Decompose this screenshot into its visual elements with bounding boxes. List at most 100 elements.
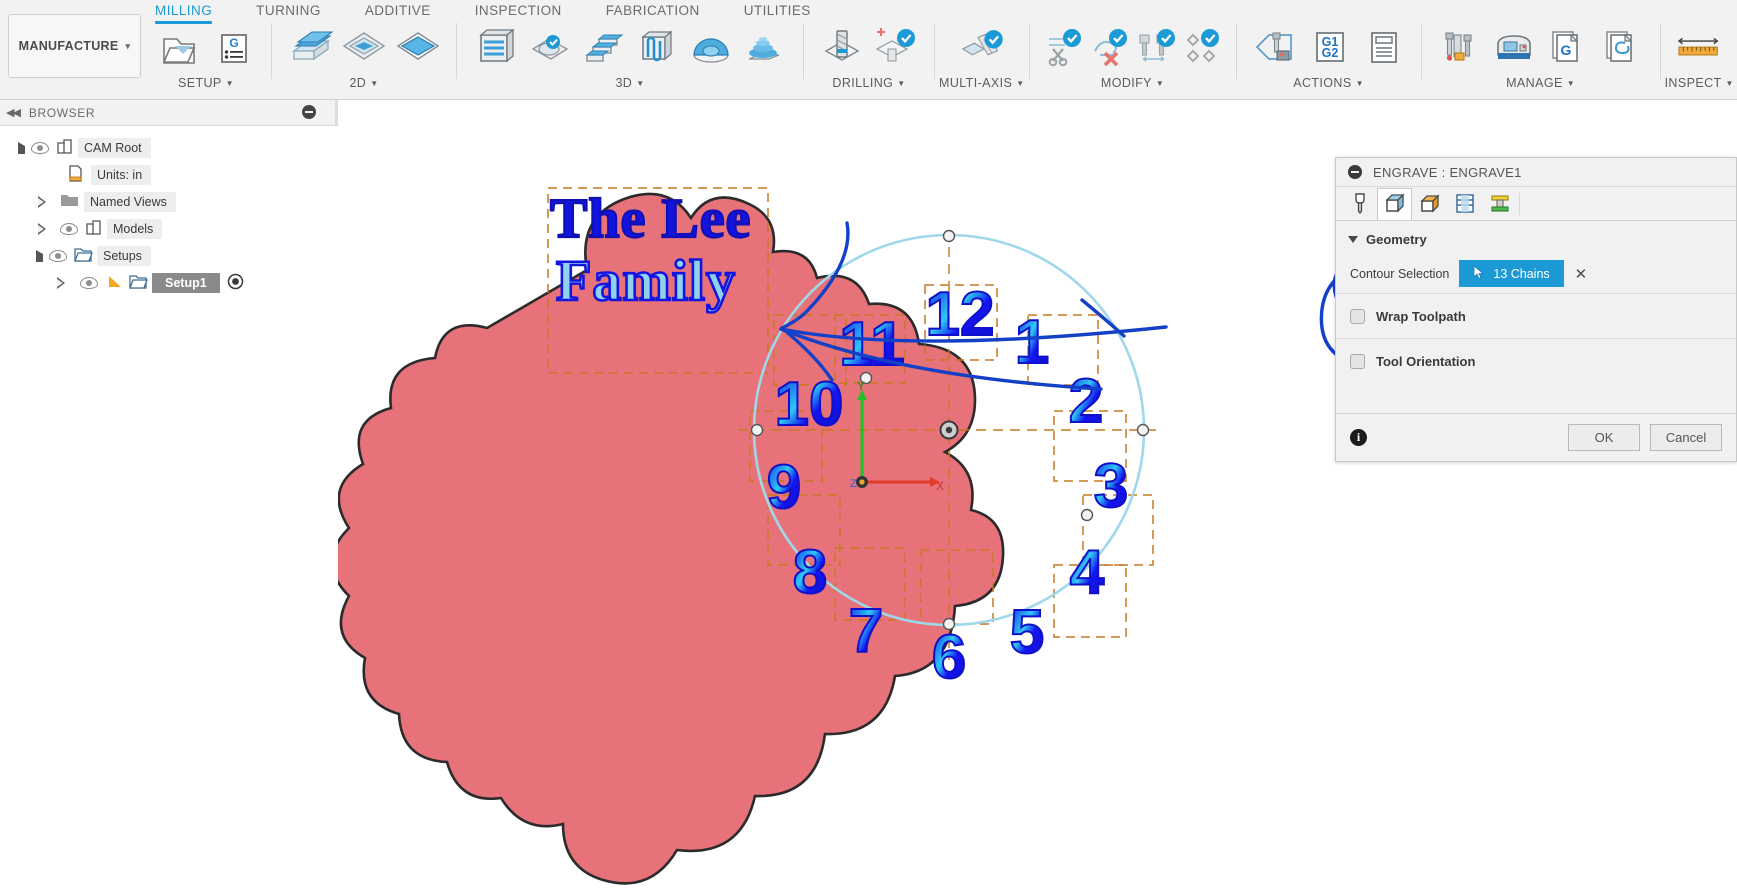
collapse-left-icon[interactable]: ◀◀ <box>6 106 21 119</box>
drill-icon[interactable] <box>815 22 869 74</box>
tab-milling-label: MILLING <box>155 3 213 18</box>
dialog-title-bar[interactable]: ENGRAVE : ENGRAVE1 <box>1336 158 1736 187</box>
simulate-icon[interactable] <box>1248 22 1302 74</box>
panel-manage-label[interactable]: MANAGE ▼ <box>1506 76 1575 90</box>
measure-icon[interactable] <box>1672 22 1726 74</box>
panel-2d-label[interactable]: 2D ▼ <box>349 76 378 90</box>
tree-item-named-views[interactable]: Named Views <box>0 188 338 215</box>
workspace-label: MANUFACTURE <box>18 39 119 53</box>
visibility-eye-icon[interactable] <box>30 141 50 155</box>
passes-icon <box>1454 191 1476 218</box>
tab-passes[interactable] <box>1447 188 1482 220</box>
setup-folder-icon[interactable] <box>152 22 206 74</box>
tool-change-icon[interactable] <box>1133 22 1179 74</box>
tab-turning-label: TURNING <box>256 3 321 18</box>
visibility-eye-icon[interactable] <box>79 276 99 290</box>
tree-item-cam-root[interactable]: CAM Root <box>0 134 338 161</box>
panel-modify-label[interactable]: MODIFY ▼ <box>1101 76 1164 90</box>
panel-multi-axis-label[interactable]: MULTI-AXIS ▼ <box>939 76 1025 90</box>
panel-setup-label[interactable]: SETUP ▼ <box>178 76 234 90</box>
linking-icon <box>1489 191 1511 218</box>
chevron-down-icon: ▼ <box>1155 78 1165 88</box>
tree-label: Named Views <box>84 191 176 212</box>
collapse-arrow-icon[interactable] <box>38 195 46 208</box>
divider <box>803 23 804 79</box>
divider <box>456 23 457 79</box>
setup-sheet-icon[interactable] <box>1356 22 1410 74</box>
post-library-icon[interactable]: G <box>1541 22 1595 74</box>
dialog-body: Geometry Contour Selection 13 Chains ✕ W… <box>1336 221 1736 384</box>
chevron-down-icon: ▼ <box>225 78 234 88</box>
expand-arrow-icon[interactable] <box>36 249 43 262</box>
svg-text:G: G <box>1560 42 1571 58</box>
tool-orientation-checkbox[interactable] <box>1350 354 1365 369</box>
tab-linking[interactable] <box>1482 188 1517 220</box>
transform-icon[interactable] <box>1179 22 1225 74</box>
collapse-arrow-icon[interactable] <box>38 222 46 235</box>
tree-label: Setups <box>97 245 151 266</box>
template-library-icon[interactable] <box>1595 22 1649 74</box>
panel-manage: G MANAGE ▼ <box>1426 19 1656 99</box>
cancel-button[interactable]: Cancel <box>1650 424 1722 451</box>
browser-visibility-toggle[interactable] <box>302 105 316 119</box>
wrap-toolpath-row[interactable]: Wrap Toolpath <box>1336 294 1736 339</box>
workspace-switcher-button[interactable]: MANUFACTURE ▾ <box>8 14 141 78</box>
trim-icon[interactable] <box>1041 22 1087 74</box>
scallop-icon[interactable] <box>684 22 738 74</box>
adaptive-clearing-icon[interactable] <box>468 22 522 74</box>
geometry-icon <box>1383 191 1407 218</box>
tree-item-setups[interactable]: Setups <box>0 242 338 269</box>
machine-library-icon[interactable] <box>1487 22 1541 74</box>
panel-drilling: DRILLING ▼ <box>808 19 930 99</box>
tree-item-models[interactable]: Models <box>0 215 338 242</box>
engraved-text-group[interactable]: The Lee Family <box>549 187 752 314</box>
clear-selection-x-icon[interactable]: ✕ <box>1575 265 1588 283</box>
divider <box>1659 23 1661 79</box>
divider <box>1420 23 1422 79</box>
chevron-down-icon: ▼ <box>1016 78 1025 88</box>
tree-item-setup1[interactable]: Setup1 <box>0 269 338 296</box>
panel-drilling-label[interactable]: DRILLING ▼ <box>832 76 905 90</box>
panel-3d-label[interactable]: 3D ▼ <box>615 76 644 90</box>
chevron-down-icon: ▼ <box>1725 78 1734 88</box>
wrap-toolpath-checkbox[interactable] <box>1350 308 1365 324</box>
horizontal-icon[interactable] <box>576 22 630 74</box>
pocket-2d-icon[interactable] <box>391 22 445 74</box>
chevron-down-icon <box>1348 236 1358 243</box>
visibility-eye-icon[interactable] <box>48 249 68 263</box>
panel-actions-label[interactable]: ACTIONS ▼ <box>1293 76 1364 90</box>
drill-new-icon[interactable] <box>869 22 923 74</box>
tab-tool[interactable] <box>1342 188 1377 220</box>
contour-selection-chip[interactable]: 13 Chains <box>1459 260 1564 287</box>
cursor-arrow-icon <box>1473 264 1485 283</box>
collapse-arrow-icon[interactable] <box>57 276 65 289</box>
ok-button[interactable]: OK <box>1568 424 1640 451</box>
chevron-down-icon: ▼ <box>370 78 379 88</box>
active-setup-radio[interactable] <box>227 273 244 293</box>
minimize-icon[interactable] <box>1348 165 1362 179</box>
axis-y-label: Y <box>857 379 865 393</box>
panel-inspect-label[interactable]: INSPECT ▼ <box>1665 76 1734 90</box>
parallel-icon[interactable] <box>630 22 684 74</box>
section-header-geometry[interactable]: Geometry <box>1336 230 1736 254</box>
tab-heights[interactable] <box>1412 188 1447 220</box>
engrave-dialog[interactable]: ENGRAVE : ENGRAVE1 Geometry Contour Sele… <box>1335 157 1737 462</box>
tree-item-units[interactable]: Units: in <box>0 161 338 188</box>
visibility-eye-icon[interactable] <box>59 222 79 236</box>
tool-orientation-row[interactable]: Tool Orientation <box>1336 339 1736 384</box>
face-2d-icon[interactable] <box>283 22 337 74</box>
adaptive-2d-icon[interactable] <box>337 22 391 74</box>
delete-toolpath-icon[interactable] <box>1087 22 1133 74</box>
numeral-4: 4 <box>1070 538 1105 607</box>
expand-arrow-icon[interactable] <box>18 141 25 154</box>
svg-text:G2: G2 <box>1321 46 1338 60</box>
g-code-list-icon[interactable]: G <box>206 22 260 74</box>
info-icon[interactable]: i <box>1350 429 1367 446</box>
tab-geometry[interactable] <box>1377 188 1412 220</box>
spiral-icon[interactable] <box>738 22 792 74</box>
tree-label: Units: in <box>91 164 152 185</box>
pocket-clearing-icon[interactable] <box>522 22 576 74</box>
multi-axis-icon[interactable] <box>955 22 1009 74</box>
tool-library-icon[interactable] <box>1433 22 1487 74</box>
g1-g2-post-icon[interactable]: G1 G2 <box>1302 22 1356 74</box>
